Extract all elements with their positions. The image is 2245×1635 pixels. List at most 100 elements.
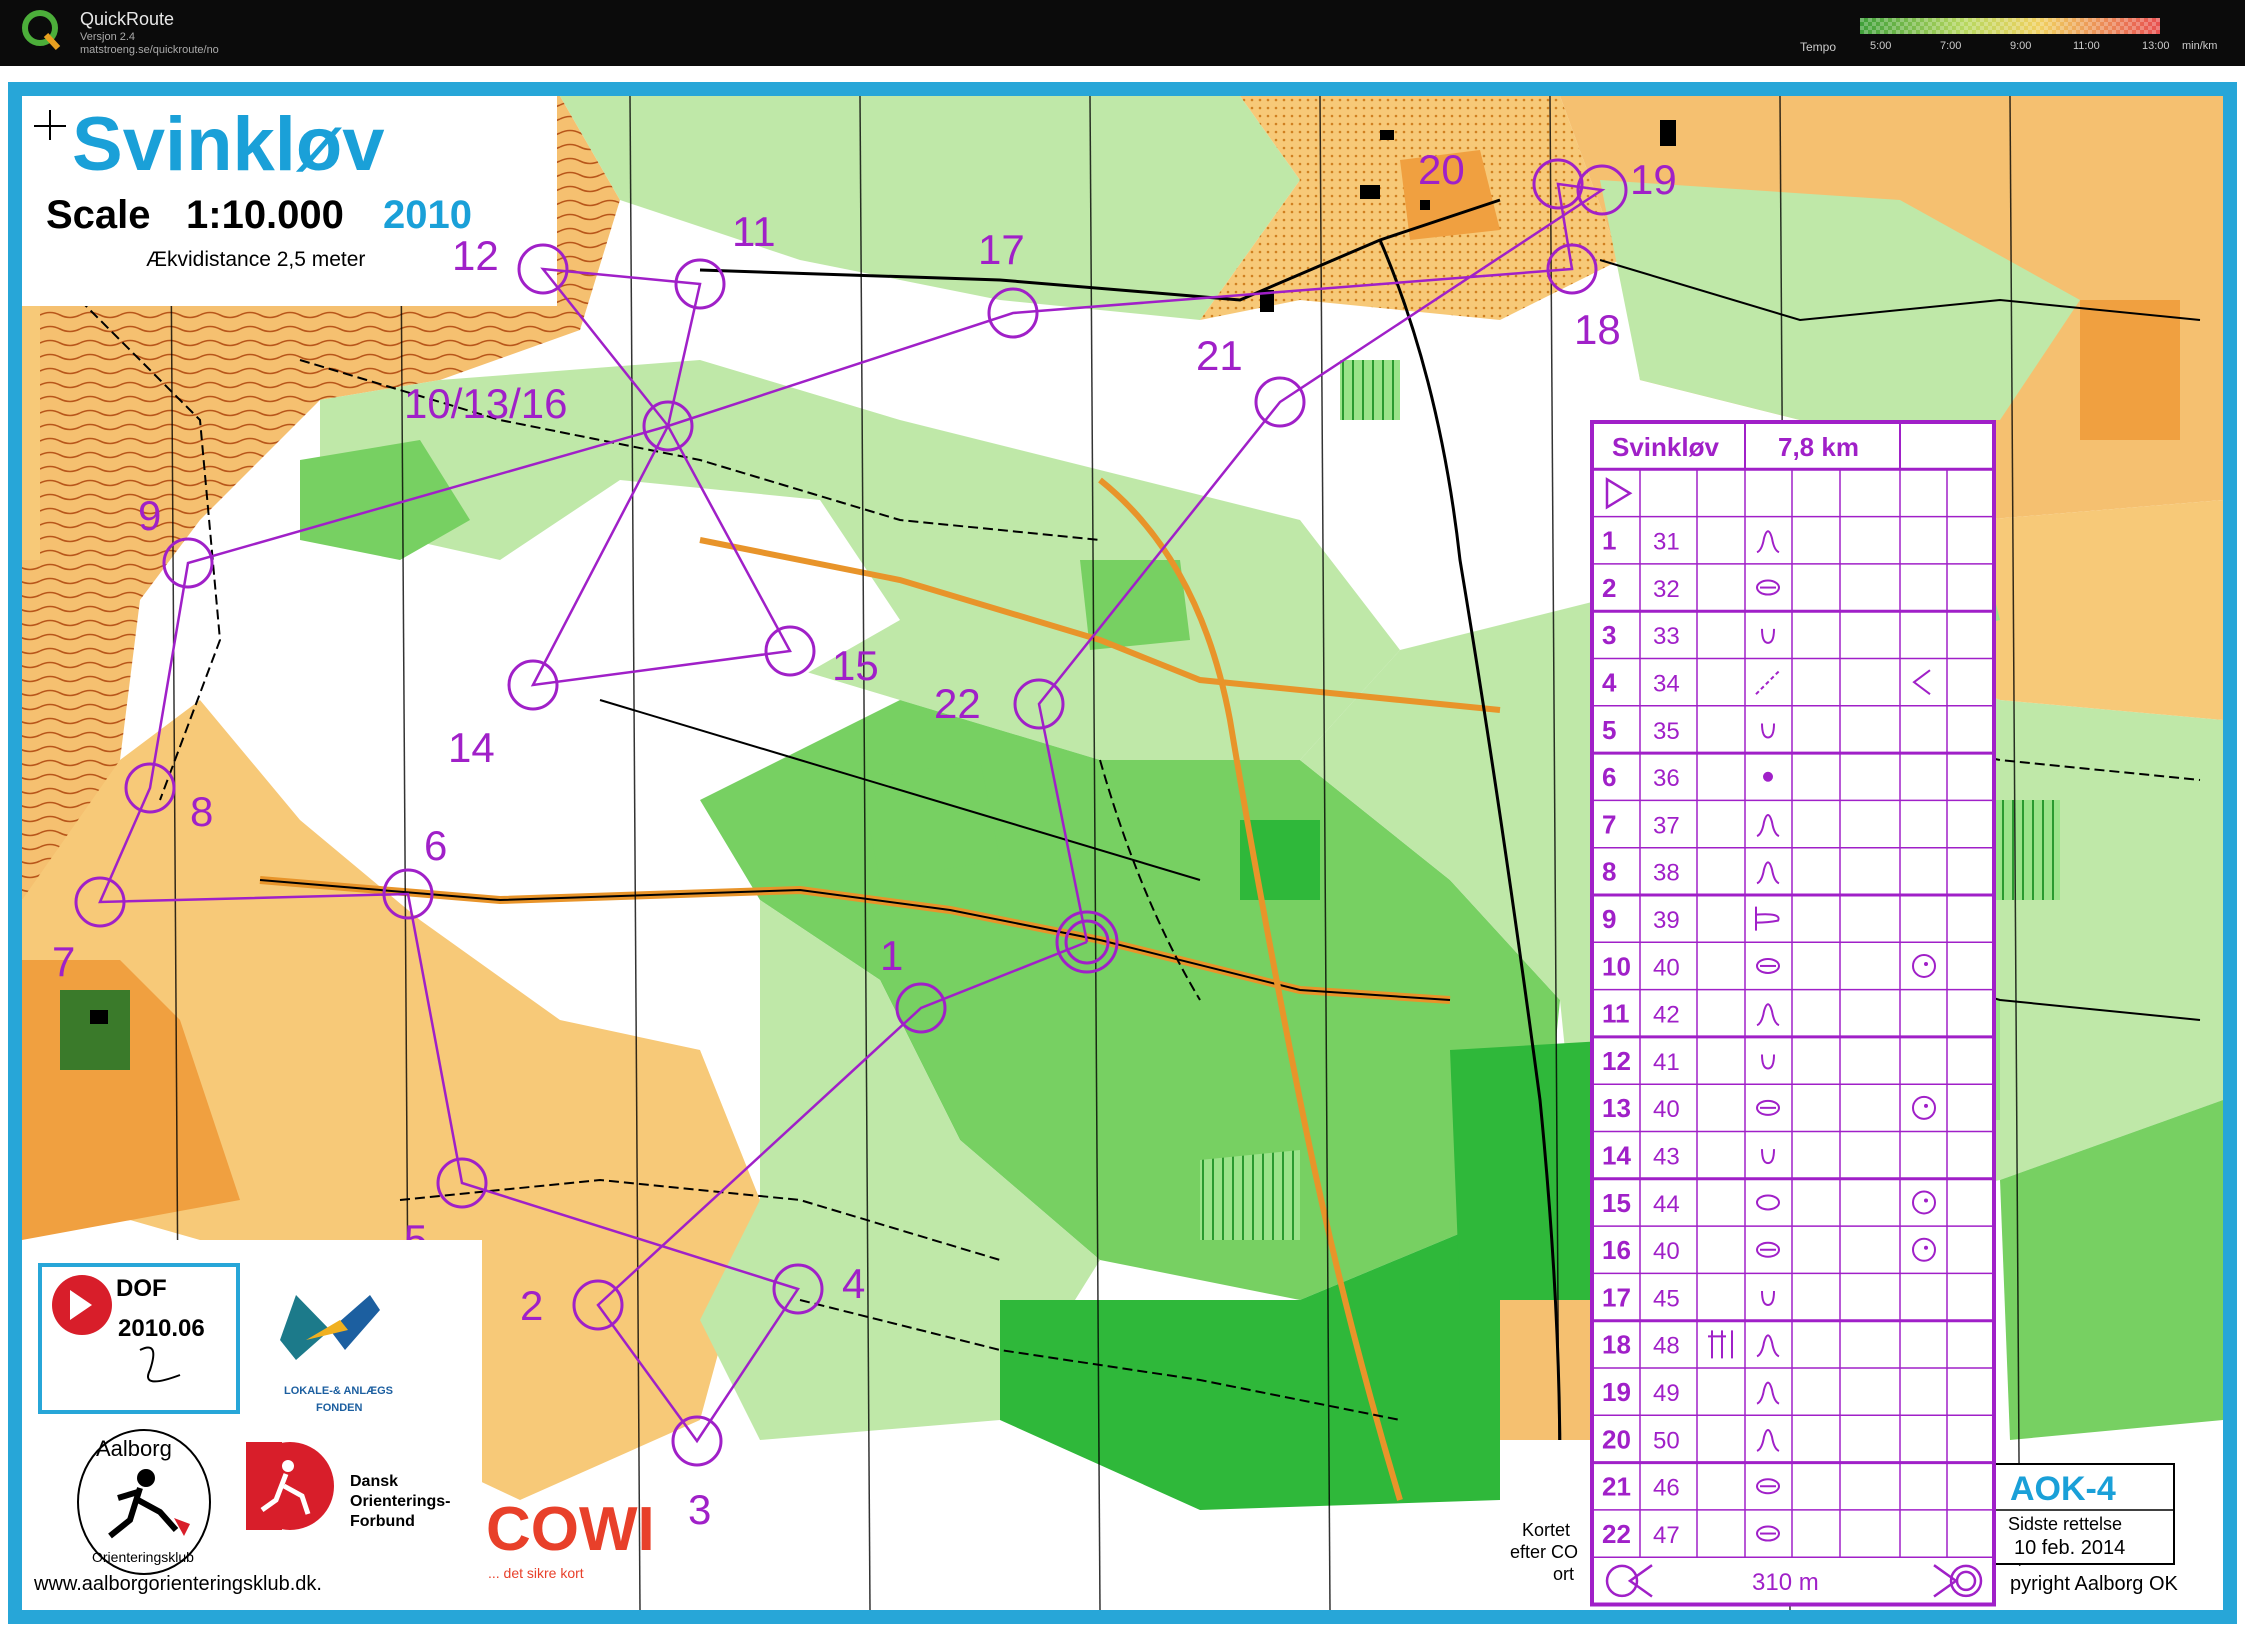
control-number: 15	[1602, 1188, 1631, 1218]
last-revision-label: Sidste rettelse	[2008, 1514, 2122, 1534]
control-code: 45	[1653, 1285, 1680, 1312]
control-number: 8	[1602, 857, 1616, 887]
control-label: 6	[424, 822, 447, 869]
tempo-color-scale	[1860, 18, 2160, 34]
control-number: 11	[1602, 999, 1630, 1029]
dof-label: DOF	[116, 1275, 167, 1302]
control-number: 3	[1602, 620, 1616, 650]
control-code: 44	[1653, 1191, 1680, 1218]
fund-name-1: LOKALE-& ANLÆGS	[284, 1385, 393, 1397]
map-scale: 1:10.000	[186, 193, 344, 237]
control-code: 43	[1653, 1144, 1680, 1171]
finish-distance: 310 m	[1752, 1569, 1819, 1596]
control-code: 42	[1653, 1002, 1680, 1029]
control-code: 41	[1653, 1049, 1680, 1076]
control-label: 18	[1574, 306, 1621, 353]
control-number: 9	[1602, 904, 1616, 934]
control-label: 9	[138, 492, 161, 539]
control-label: 11	[732, 208, 776, 255]
scale-label: Scale	[46, 193, 151, 237]
tempo-label: Tempo	[1800, 40, 1837, 54]
control-label: 2	[520, 1282, 543, 1329]
tempo-tick-5: 13:00	[2142, 40, 2170, 52]
control-label: 20	[1418, 146, 1465, 193]
control-code: 35	[1653, 718, 1680, 745]
control-code: 38	[1653, 860, 1680, 887]
tempo-tick-1: 5:00	[1870, 40, 1892, 52]
control-code: 40	[1653, 954, 1680, 981]
control-label: 1	[880, 932, 903, 979]
control-code: 31	[1653, 529, 1680, 556]
control-number: 21	[1602, 1472, 1631, 1502]
control-number: 17	[1602, 1282, 1631, 1312]
dof-code: 2010.06	[118, 1315, 205, 1342]
federation-1: Dansk	[350, 1473, 398, 1490]
control-code: 47	[1653, 1522, 1680, 1549]
control-code: 46	[1653, 1475, 1680, 1502]
control-number: 13	[1602, 1093, 1631, 1123]
tempo-unit: min/km	[2182, 40, 2218, 52]
control-number: 18	[1602, 1330, 1631, 1360]
control-label: 4	[842, 1260, 865, 1307]
copyright: pyright Aalborg OK	[2010, 1573, 2179, 1595]
fund-name-2: FONDEN	[316, 1402, 363, 1414]
control-label: 14	[448, 724, 495, 771]
control-number: 6	[1602, 762, 1616, 792]
control-code: 49	[1653, 1380, 1680, 1407]
control-label: 17	[978, 226, 1025, 273]
control-number: 22	[1602, 1519, 1631, 1549]
made-after-1: Kortet	[1522, 1520, 1570, 1540]
control-description-sheet: Svinkløv 7,8 km1 312 323 334 345 356 367 378 389 3…	[1590, 420, 1996, 1607]
map-canvas[interactable]: Svinkløv Scale 1:10.000 20 10 Ækvidistanc…	[0, 66, 2245, 1630]
control-number: 14	[1602, 1141, 1631, 1171]
club-website: www.aalborgorienteringsklub.dk.	[33, 1573, 322, 1595]
control-label: 22	[934, 680, 981, 727]
app-version: Versjon 2.4	[80, 31, 136, 43]
control-label: 15	[832, 642, 879, 689]
contour-interval: Ækvidistance 2,5 meter	[146, 248, 365, 271]
club-name-bottom: Orienteringsklub	[92, 1549, 194, 1565]
control-code: 39	[1653, 907, 1680, 934]
app-url: matstroeng.se/quickroute/no	[80, 44, 219, 56]
orienteering-map[interactable]: Svinkløv Scale 1:10.000 20 10 Ækvidistanc…	[0, 66, 2245, 1630]
control-number: 16	[1602, 1235, 1631, 1265]
club-name-top: Aalborg	[96, 1436, 172, 1461]
control-label: 21	[1196, 332, 1243, 379]
control-number: 20	[1602, 1424, 1631, 1454]
cowi-logo: COWI	[486, 1495, 655, 1564]
made-after-2: efter CO	[1510, 1542, 1578, 1562]
course-name: Svinkløv	[1612, 432, 1719, 462]
dof-logo-icon	[52, 1275, 112, 1335]
control-label: 8	[190, 788, 213, 835]
control-code: 40	[1653, 1096, 1680, 1123]
dof-federation-logo-icon	[246, 1442, 334, 1530]
control-code: 36	[1653, 765, 1680, 792]
control-number: 2	[1602, 573, 1616, 603]
control-label: 10/13/16	[404, 380, 568, 427]
course-length: 7,8 km	[1778, 432, 1859, 462]
control-number: 12	[1602, 1046, 1631, 1076]
made-after-3: ort	[1553, 1564, 1574, 1584]
dot-icon	[1763, 771, 1773, 782]
control-code: 50	[1653, 1427, 1680, 1454]
map-title: Svinkløv	[72, 102, 385, 187]
last-revision-date: 10 feb. 2014	[2014, 1537, 2125, 1559]
control-label: 19	[1630, 156, 1677, 203]
control-code: 32	[1653, 576, 1680, 603]
control-number: 4	[1602, 668, 1617, 698]
cowi-tagline: ... det sikre kort	[488, 1565, 584, 1581]
tempo-tick-3: 9:00	[2010, 40, 2032, 52]
federation-2: Orienterings-	[350, 1493, 450, 1510]
app-name: QuickRoute	[80, 9, 175, 29]
map-id: AOK-4	[2010, 1470, 2116, 1508]
federation-3: Forbund	[350, 1513, 415, 1530]
control-code: 37	[1653, 812, 1680, 839]
control-number: 7	[1602, 809, 1616, 839]
control-number: 10	[1602, 951, 1631, 981]
quickroute-logo-icon	[22, 10, 61, 51]
control-number: 19	[1602, 1377, 1631, 1407]
control-code: 40	[1653, 1238, 1680, 1265]
control-number: 5	[1602, 715, 1616, 745]
tempo-tick-2: 7:00	[1940, 40, 1962, 52]
app-titlebar: QuickRoute Versjon 2.4 matstroeng.se/qui…	[0, 0, 2245, 66]
